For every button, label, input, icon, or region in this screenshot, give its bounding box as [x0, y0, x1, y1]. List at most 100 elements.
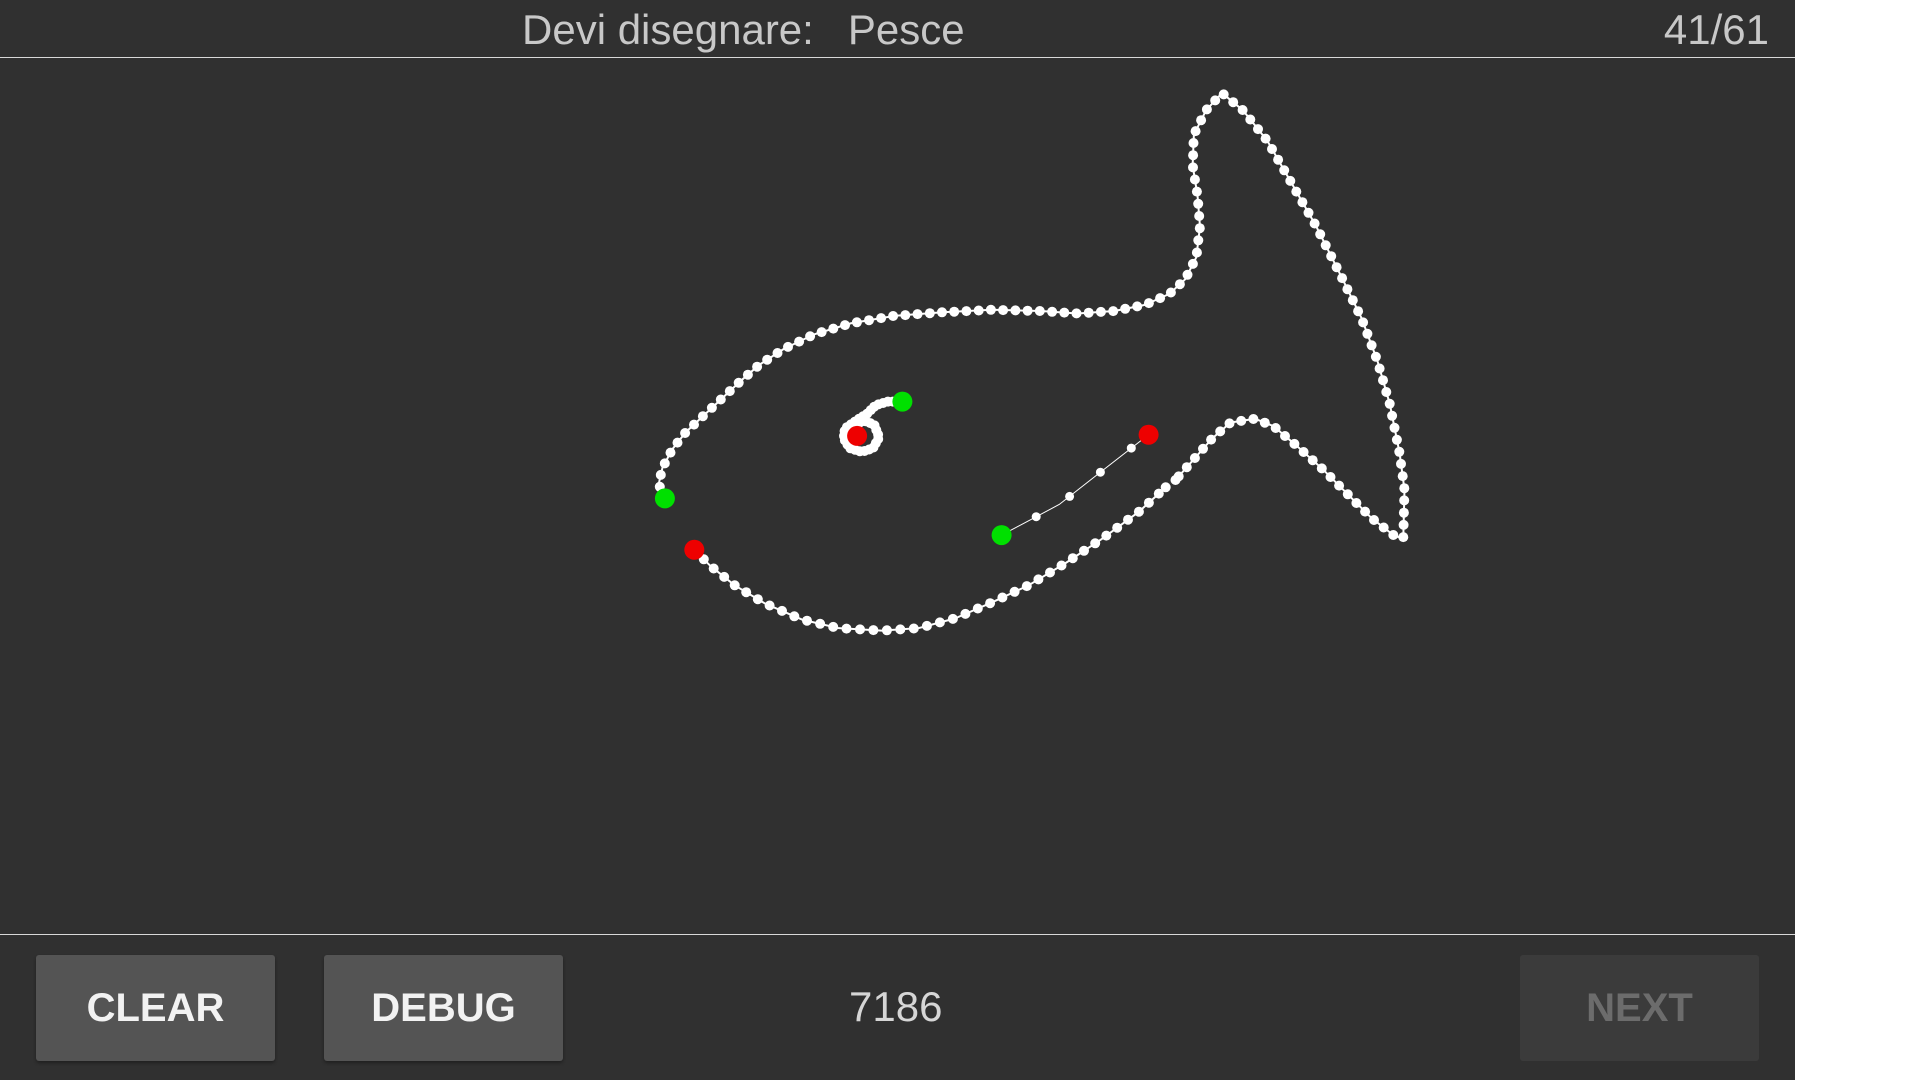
stroke-point [1155, 293, 1166, 304]
stroke-point [1010, 305, 1021, 316]
stroke-point [1351, 498, 1362, 508]
stroke-point [1071, 308, 1082, 319]
stroke-end-marker [684, 539, 705, 560]
stroke-point [1198, 443, 1208, 454]
stroke-point [1331, 262, 1342, 273]
stroke-start-marker [892, 391, 913, 412]
stroke-point [1191, 186, 1202, 197]
app-screen: Devi disegnare: Pesce 41/61 CLEAR DEBUG 7… [0, 0, 1795, 1080]
stroke-point [665, 447, 676, 458]
next-button[interactable]: NEXT [1520, 955, 1759, 1061]
fish-belly-stroke [689, 482, 1171, 636]
stroke-point [1194, 223, 1205, 234]
stroke-point [1090, 538, 1101, 549]
stroke-point [1248, 414, 1259, 424]
stroke-point [1022, 305, 1033, 316]
stroke-point [1031, 512, 1041, 522]
stroke-point [895, 624, 906, 635]
stroke-point [680, 428, 691, 438]
stroke-point [1236, 415, 1247, 426]
stroke-point [1381, 387, 1392, 397]
stroke-point [1315, 229, 1326, 240]
stroke-point [1279, 165, 1290, 176]
stroke-point [1384, 398, 1395, 409]
stroke-point [1188, 162, 1198, 173]
stroke-point [855, 624, 865, 635]
stroke-point [659, 458, 670, 469]
stroke-point [762, 354, 773, 365]
stroke-point [777, 605, 787, 616]
stroke-point [733, 377, 744, 388]
stroke-point [1181, 462, 1192, 473]
stroke-point [1342, 284, 1353, 295]
stroke-point [1170, 475, 1181, 485]
stroke-point [752, 361, 763, 372]
stroke-point [772, 348, 783, 358]
stroke-point [1108, 306, 1119, 317]
stroke-point [1079, 545, 1089, 556]
stroke-point [1307, 455, 1318, 466]
stroke-point [1370, 351, 1381, 362]
stroke-point [828, 323, 839, 334]
stroke-point [1056, 560, 1067, 571]
clear-button[interactable]: CLEAR [36, 955, 275, 1061]
stroke-point [1289, 438, 1300, 449]
stroke-point [1374, 363, 1385, 374]
stroke-point [719, 571, 730, 582]
stroke-point [888, 311, 899, 321]
debug-button[interactable]: DEBUG [324, 955, 563, 1061]
stroke-point [924, 308, 935, 319]
stroke-point [1126, 443, 1136, 453]
drawing-canvas[interactable] [0, 58, 1795, 934]
stroke-point [816, 327, 827, 338]
stroke-point [937, 307, 947, 318]
stroke-point [1174, 279, 1185, 290]
stroke-point [672, 437, 683, 448]
stroke-point [655, 469, 666, 480]
stroke-point [1009, 586, 1020, 597]
stroke-point [1320, 240, 1331, 251]
stroke-point [815, 618, 826, 629]
stroke-point [912, 309, 923, 320]
stroke-point [921, 620, 932, 631]
stroke-point [1391, 434, 1402, 445]
stroke-point [1245, 114, 1256, 125]
stroke-point [1362, 328, 1373, 339]
stroke-point [1285, 175, 1296, 186]
stroke-point [1325, 472, 1336, 482]
stroke-point [724, 386, 735, 397]
stroke-point [1193, 235, 1204, 246]
stroke-point [868, 625, 879, 636]
stroke-point [1101, 530, 1112, 541]
stroke-path [693, 486, 1167, 632]
stroke-point [1045, 567, 1055, 578]
stroke-point [1387, 410, 1398, 421]
stroke-point [1133, 506, 1144, 517]
stroke-point [1189, 174, 1200, 185]
stroke-point [1366, 340, 1377, 351]
bottom-toolbar: CLEAR DEBUG 7186 NEXT [0, 934, 1795, 1081]
stroke-point [1389, 422, 1400, 433]
stroke-point [706, 402, 717, 413]
stroke-point [1298, 447, 1309, 457]
stroke-point [1095, 467, 1105, 477]
stroke-point [708, 563, 719, 574]
stroke-point [1033, 574, 1044, 585]
stroke-point [851, 317, 862, 328]
stroke-point [1067, 553, 1078, 564]
stroke-path [657, 92, 1406, 540]
stroke-point [1397, 471, 1408, 482]
stroke-point [1378, 375, 1388, 386]
stroke-point [1218, 89, 1229, 100]
prompt-label: Devi disegnare: [522, 6, 814, 53]
stroke-point [1273, 154, 1284, 165]
fish-body-stroke [654, 89, 1410, 543]
stroke-point [1291, 186, 1302, 197]
stroke-point [794, 336, 805, 347]
stroke-point [1342, 489, 1353, 500]
stroke-point [1316, 463, 1327, 474]
stroke-point [1267, 144, 1277, 154]
stroke-point [934, 617, 945, 628]
stroke-point [1215, 426, 1226, 437]
stroke-point [1132, 301, 1143, 312]
